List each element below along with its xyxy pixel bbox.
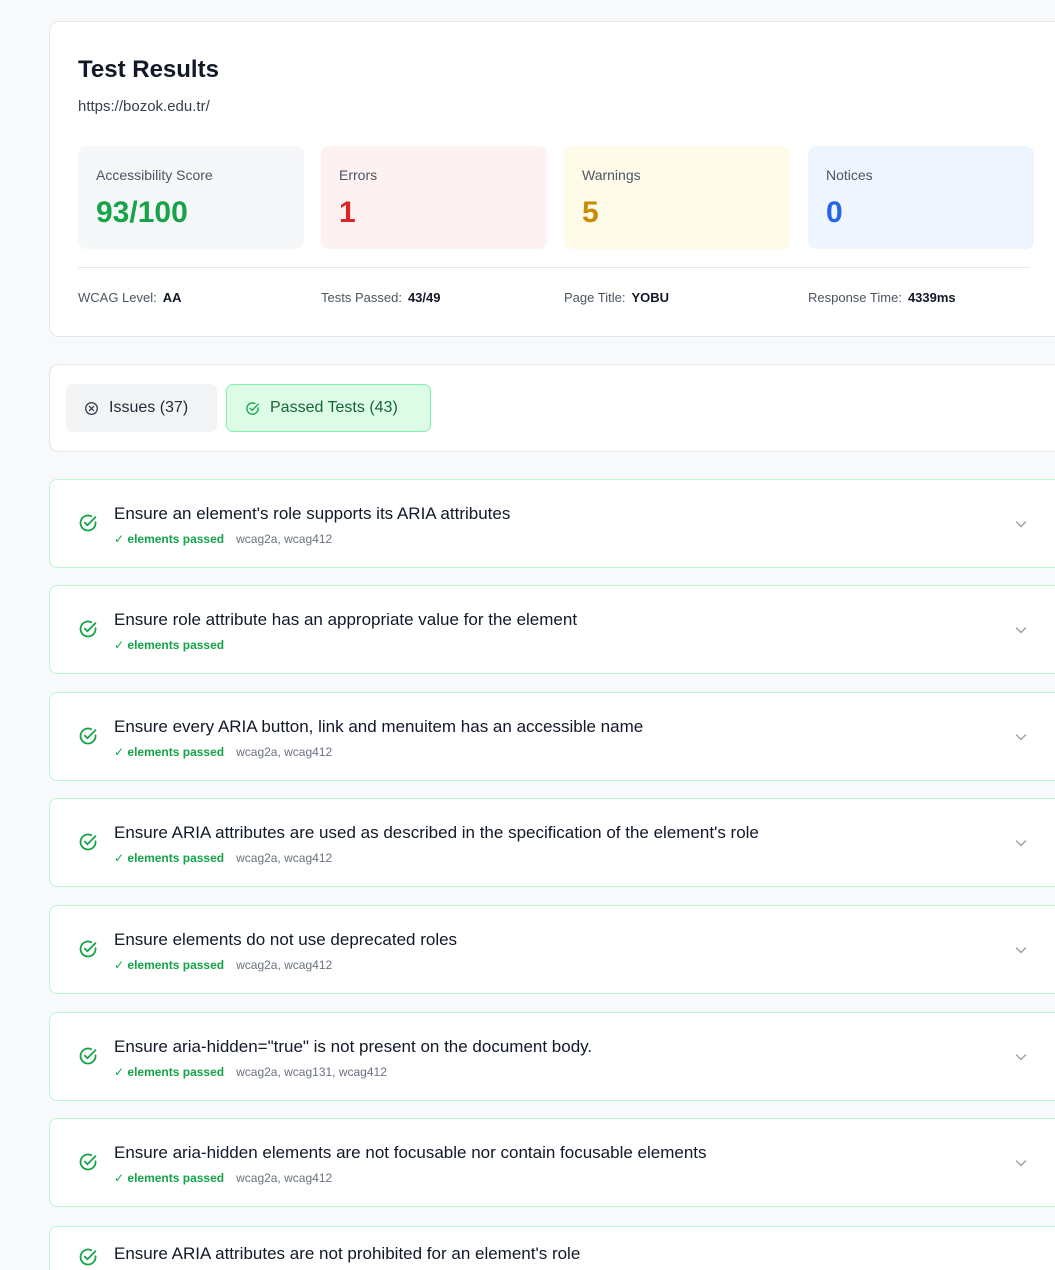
chevron-down-icon[interactable] bbox=[1013, 622, 1029, 638]
test-tags: wcag2a, wcag131, wcag412 bbox=[236, 1065, 387, 1079]
wcag-level-label: WCAG Level: bbox=[78, 290, 157, 305]
test-name: Ensure elements do not use deprecated ro… bbox=[114, 930, 458, 949]
elements-passed-label: ✓ elements passed bbox=[114, 1065, 225, 1079]
warnings-label: Warnings bbox=[582, 167, 641, 183]
wcag-level: WCAG Level: AA bbox=[78, 290, 182, 305]
test-name: Ensure aria-hidden="true" is not present… bbox=[114, 1037, 593, 1056]
test-meta: ✓ elements passed wcag2a, wcag131, wcag41… bbox=[114, 1065, 387, 1079]
tab-passed-tests[interactable]: Passed Tests (43) bbox=[226, 384, 431, 432]
accessibility-score-stat: Accessibility Score 93/100 bbox=[78, 146, 304, 249]
test-tags: wcag2a, wcag412 bbox=[236, 958, 333, 972]
test-meta: ✓ elements passed wcag2a, wcag412 bbox=[114, 745, 332, 759]
notices-value: 0 bbox=[826, 196, 843, 229]
elements-passed-label: ✓ elements passed bbox=[114, 532, 225, 546]
test-meta: ✓ elements passed wcag2a, wcag412 bbox=[114, 958, 332, 972]
chevron-down-icon[interactable] bbox=[1013, 729, 1029, 745]
test-tags: wcag2a, wcag412 bbox=[236, 745, 333, 759]
elements-passed-label: ✓ elements passed bbox=[114, 958, 225, 972]
check-circle-icon bbox=[78, 1152, 98, 1172]
page-title-meta: Page Title: YOBU bbox=[564, 290, 669, 305]
divider bbox=[78, 267, 1030, 268]
passed-test-row[interactable]: Ensure an element's role supports its AR… bbox=[49, 479, 1055, 568]
chevron-down-icon[interactable] bbox=[1013, 516, 1029, 532]
elements-passed-label: ✓ elements passed bbox=[114, 745, 225, 759]
tab-passed-label: Passed Tests (43) bbox=[270, 399, 398, 416]
page-title-label: Page Title: bbox=[564, 290, 626, 305]
page-title: Test Results bbox=[78, 56, 219, 83]
passed-test-row[interactable]: Ensure ARIA attributes are used as descr… bbox=[49, 798, 1055, 887]
test-name: Ensure role attribute has an appropriate… bbox=[114, 610, 578, 629]
score-value: 93/100 bbox=[96, 196, 188, 229]
check-circle-icon bbox=[78, 832, 98, 852]
errors-value: 1 bbox=[339, 196, 356, 229]
score-label: Accessibility Score bbox=[96, 167, 213, 183]
check-circle-icon bbox=[78, 1046, 98, 1066]
warnings-value: 5 bbox=[582, 196, 599, 229]
errors-stat: Errors 1 bbox=[321, 146, 547, 249]
x-circle-icon bbox=[84, 401, 99, 416]
test-meta: ✓ elements passed wcag2a, wcag412 bbox=[114, 851, 332, 865]
test-results-card: Test Results https://bozok.edu.tr/ Acces… bbox=[49, 21, 1055, 337]
notices-stat: Notices 0 bbox=[808, 146, 1034, 249]
passed-test-row[interactable]: Ensure every ARIA button, link and menui… bbox=[49, 692, 1055, 781]
wcag-level-value: AA bbox=[162, 290, 182, 305]
response-time-value: 4339ms bbox=[907, 290, 956, 305]
tab-issues-label: Issues (37) bbox=[109, 399, 189, 416]
test-name: Ensure every ARIA button, link and menui… bbox=[114, 717, 644, 736]
test-name: Ensure ARIA attributes are used as descr… bbox=[114, 823, 759, 842]
tests-passed: Tests Passed: 43/49 bbox=[321, 290, 440, 305]
passed-test-row[interactable]: Ensure aria-hidden="true" is not present… bbox=[49, 1012, 1055, 1101]
test-tags: wcag2a, wcag412 bbox=[236, 851, 333, 865]
test-name: Ensure ARIA attributes are not prohibite… bbox=[114, 1244, 581, 1263]
page-title-value: YOBU bbox=[631, 290, 669, 305]
tests-passed-label: Tests Passed: bbox=[321, 290, 402, 305]
check-circle-icon bbox=[78, 513, 98, 533]
chevron-down-icon[interactable] bbox=[1013, 942, 1029, 958]
tab-issues[interactable]: Issues (37) bbox=[66, 384, 217, 432]
chevron-down-icon[interactable] bbox=[1013, 835, 1029, 851]
tests-passed-value: 43/49 bbox=[407, 290, 441, 305]
tested-url: https://bozok.edu.tr/ bbox=[78, 98, 210, 115]
response-time-label: Response Time: bbox=[808, 290, 902, 305]
check-circle-icon bbox=[245, 401, 260, 416]
tabs-card: Issues (37) Passed Tests (43) bbox=[49, 364, 1055, 452]
test-tags: wcag2a, wcag412 bbox=[236, 532, 333, 546]
check-circle-icon bbox=[78, 726, 98, 746]
test-meta: ✓ elements passed wcag2a, wcag412 bbox=[114, 532, 332, 546]
passed-test-row[interactable]: Ensure role attribute has an appropriate… bbox=[49, 585, 1055, 674]
test-name: Ensure an element's role supports its AR… bbox=[114, 504, 511, 523]
check-circle-icon bbox=[78, 939, 98, 959]
response-time: Response Time: 4339ms bbox=[808, 290, 956, 305]
check-circle-icon bbox=[78, 619, 98, 639]
elements-passed-label: ✓ elements passed bbox=[114, 851, 225, 865]
test-meta: ✓ elements passed wcag2a, wcag412 bbox=[114, 1171, 332, 1185]
check-circle-icon bbox=[78, 1247, 98, 1267]
errors-label: Errors bbox=[339, 167, 378, 183]
passed-test-row[interactable]: Ensure aria-hidden elements are not focu… bbox=[49, 1118, 1055, 1207]
chevron-down-icon[interactable] bbox=[1013, 1049, 1029, 1065]
elements-passed-label: ✓ elements passed bbox=[114, 638, 225, 652]
notices-label: Notices bbox=[826, 167, 873, 183]
test-meta: ✓ elements passed bbox=[114, 638, 236, 652]
test-tags: wcag2a, wcag412 bbox=[236, 1171, 333, 1185]
chevron-down-icon[interactable] bbox=[1013, 1155, 1029, 1171]
passed-test-row[interactable]: Ensure ARIA attributes are not prohibite… bbox=[49, 1226, 1055, 1270]
warnings-stat: Warnings 5 bbox=[564, 146, 790, 249]
passed-test-row[interactable]: Ensure elements do not use deprecated ro… bbox=[49, 905, 1055, 994]
elements-passed-label: ✓ elements passed bbox=[114, 1171, 225, 1185]
test-name: Ensure aria-hidden elements are not focu… bbox=[114, 1143, 707, 1162]
